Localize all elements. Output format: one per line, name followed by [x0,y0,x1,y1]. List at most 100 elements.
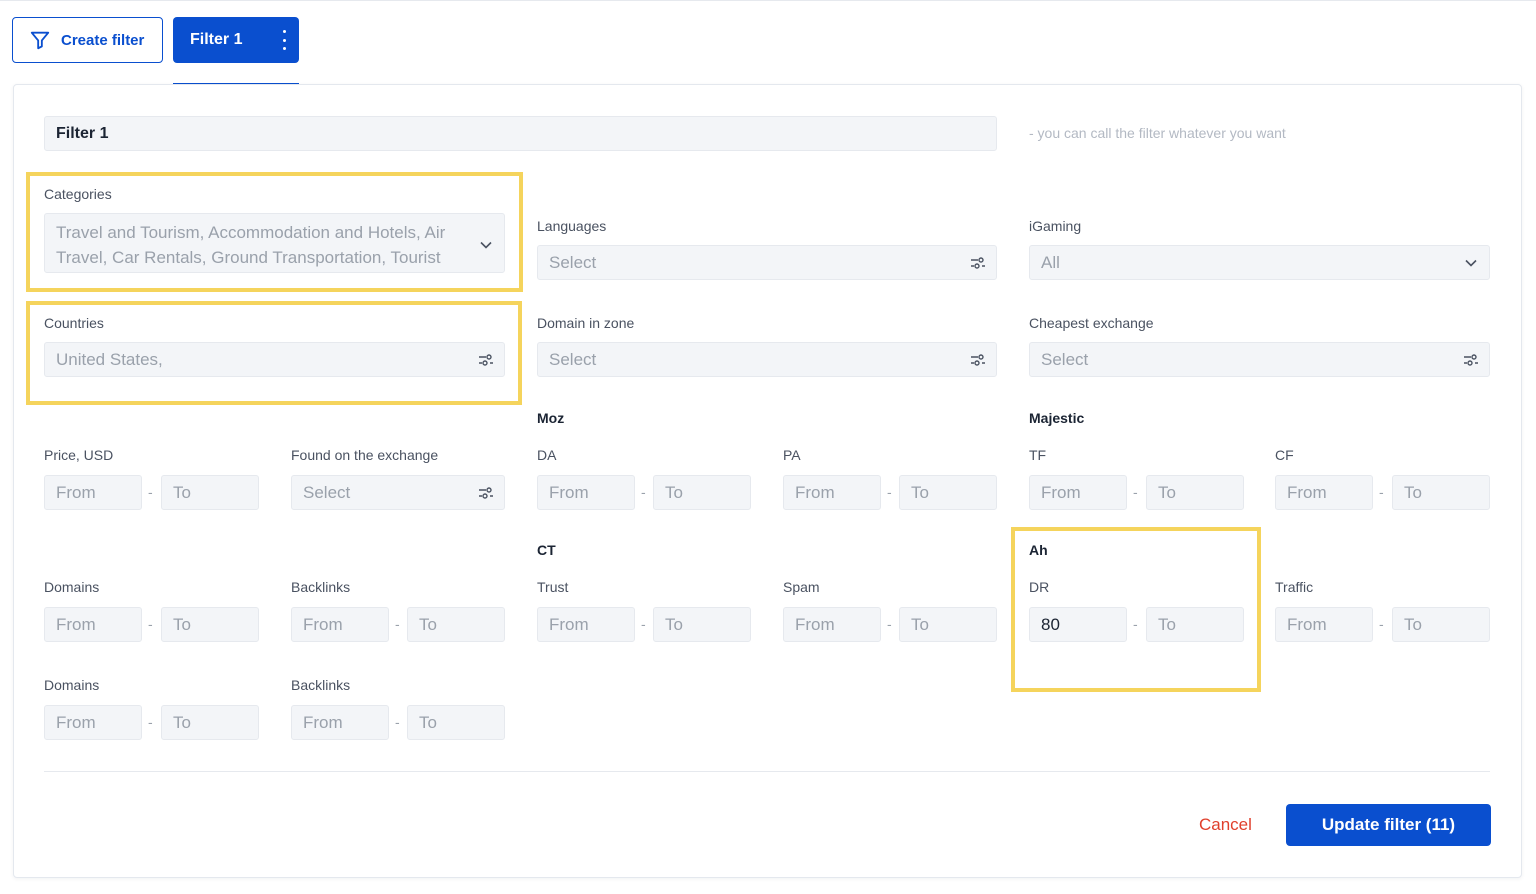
placeholder-to: To [1404,614,1422,634]
sliders-icon [1464,353,1478,366]
placeholder-to: To [419,614,437,634]
igaming-label: iGaming [1029,218,1082,234]
cf-from-input[interactable]: From [1275,475,1373,510]
range-separator: - [148,616,153,632]
price-label: Price, USD [44,447,114,463]
da-from-input[interactable]: From [537,475,635,510]
price-to-input[interactable]: To [161,475,259,510]
range-separator: - [1379,616,1384,632]
pa-from-input[interactable]: From [783,475,881,510]
traffic-label: Traffic [1275,579,1314,595]
backlinks-2-from-input[interactable]: From [291,705,389,740]
languages-label: Languages [537,218,607,234]
range-separator: - [148,714,153,730]
trust-from-input[interactable]: From [537,607,635,642]
sliders-icon [971,353,985,366]
filter-name-value: Filter 1 [56,124,109,142]
domains-2-to-input[interactable]: To [161,705,259,740]
placeholder-from: From [56,614,96,634]
range-separator: - [395,616,400,632]
igaming-value: All [1041,252,1060,272]
placeholder-to: To [419,712,437,732]
placeholder-from: From [303,614,343,634]
placeholder-to: To [1158,482,1176,502]
domains-from-input[interactable]: From [44,607,142,642]
languages-select[interactable]: Select [537,245,997,280]
highlight-ah-dr [1011,527,1261,692]
domain-zone-select[interactable]: Select [537,342,997,377]
domains-2-from-input[interactable]: From [44,705,142,740]
placeholder-to: To [173,482,191,502]
placeholder-to: To [665,614,683,634]
backlinks-2-to-input[interactable]: To [407,705,505,740]
placeholder-to: To [1404,482,1422,502]
range-separator: - [1133,484,1138,500]
found-exchange-select[interactable]: Select [291,475,505,510]
backlinks-label: Backlinks [291,677,351,693]
domains-to-input[interactable]: To [161,607,259,642]
placeholder-to: To [665,482,683,502]
sliders-icon [971,256,985,269]
range-separator: - [887,484,892,500]
majestic-section-title: Majestic [1029,410,1085,426]
placeholder-from: From [1287,482,1327,502]
placeholder-from: From [56,712,96,732]
tf-label: TF [1029,447,1047,463]
pa-to-input[interactable]: To [899,475,997,510]
more-vertical-icon[interactable] [281,30,287,50]
found-exchange-label: Found on the exchange [291,447,439,463]
placeholder-from: From [795,482,835,502]
placeholder-to: To [173,712,191,732]
create-filter-button[interactable]: Create filter [12,17,163,63]
tf-from-input[interactable]: From [1029,475,1127,510]
moz-section-title: Moz [537,410,565,426]
tf-to-input[interactable]: To [1146,475,1244,510]
spam-to-input[interactable]: To [899,607,997,642]
traffic-to-input[interactable]: To [1392,607,1490,642]
domain-zone-label: Domain in zone [537,315,635,331]
spam-from-input[interactable]: From [783,607,881,642]
ct-section-title: CT [537,542,556,558]
domains-label: Domains [44,579,100,595]
cf-to-input[interactable]: To [1392,475,1490,510]
trust-to-input[interactable]: To [653,607,751,642]
cheapest-exchange-placeholder: Select [1041,349,1089,369]
placeholder-from: From [795,614,835,634]
filter-icon [30,31,50,50]
footer-divider [44,771,1490,772]
top-border [0,0,1536,1]
highlight-categories [26,172,523,292]
traffic-from-input[interactable]: From [1275,607,1373,642]
cancel-button[interactable]: Cancel [1199,815,1252,835]
found-exchange-placeholder: Select [303,482,351,502]
update-filter-button[interactable]: Update filter (11) [1286,804,1491,846]
igaming-select[interactable]: All [1029,245,1490,280]
pa-label: PA [783,447,801,463]
tab-filter-1-label: Filter 1 [190,31,243,48]
chevron-down-icon [1465,259,1477,267]
backlinks-from-input[interactable]: From [291,607,389,642]
update-filter-label: Update filter (11) [1321,815,1456,834]
languages-placeholder: Select [549,252,597,272]
da-to-input[interactable]: To [653,475,751,510]
price-from-input[interactable]: From [44,475,142,510]
cf-label: CF [1275,447,1294,463]
placeholder-from: From [56,482,96,502]
backlinks-to-input[interactable]: To [407,607,505,642]
range-separator: - [641,616,646,632]
placeholder-to: To [173,614,191,634]
range-separator: - [1379,484,1384,500]
cheapest-exchange-select[interactable]: Select [1029,342,1490,377]
tab-filter-1[interactable]: Filter 1 [173,17,299,63]
da-label: DA [537,447,557,463]
placeholder-from: From [1287,614,1327,634]
placeholder-from: From [549,482,589,502]
range-separator: - [395,714,400,730]
create-filter-label: Create filter [61,31,145,49]
filter-name-hint: - you can call the filter whatever you w… [1029,125,1286,141]
cheapest-exchange-label: Cheapest exchange [1029,315,1154,331]
placeholder-from: From [1041,482,1081,502]
domain-zone-placeholder: Select [549,349,597,369]
filter-name-input[interactable]: Filter 1 [44,116,997,151]
trust-label: Trust [537,579,569,595]
